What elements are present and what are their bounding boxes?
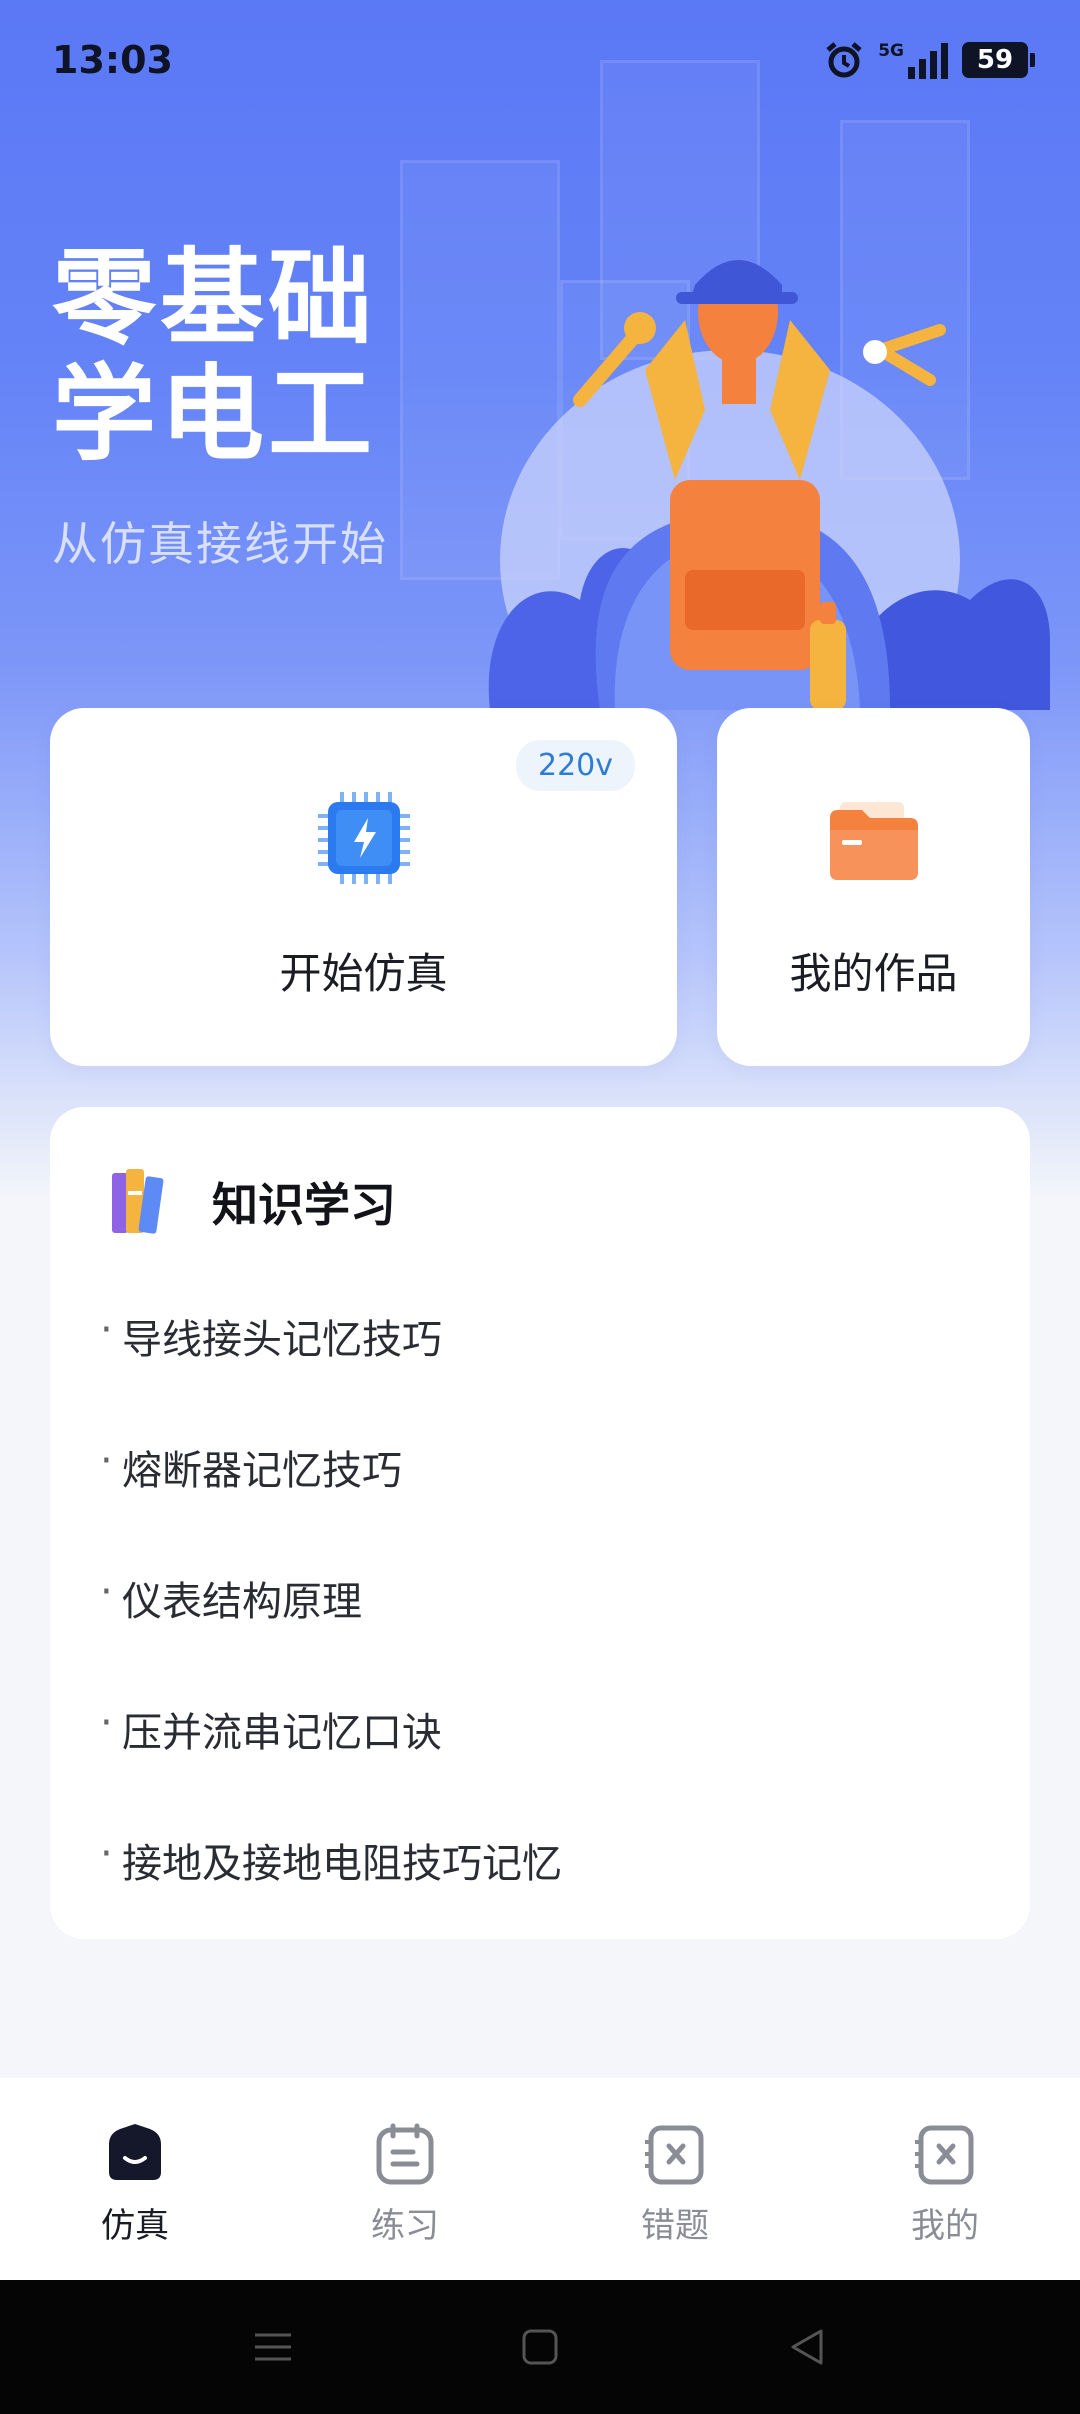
home-icon[interactable] bbox=[516, 2323, 564, 2371]
knowledge-item[interactable]: · 熔断器记忆技巧 bbox=[100, 1438, 562, 1569]
knowledge-item-label: 导线接头记忆技巧 bbox=[122, 1317, 442, 1363]
hero-title-line2: 学电工 bbox=[52, 353, 377, 475]
tab-label: 我的 bbox=[911, 2206, 979, 2246]
bottom-tab-bar: 仿真 练习 错题 我的 bbox=[0, 2078, 1080, 2280]
tab-simulation[interactable]: 仿真 bbox=[0, 2078, 270, 2280]
wrong-questions-tab-icon bbox=[645, 2125, 704, 2185]
battery-level: 59 bbox=[976, 45, 1014, 75]
knowledge-item-label: 压并流串记忆口诀 bbox=[122, 1710, 442, 1756]
knowledge-item[interactable]: · 仪表结构原理 bbox=[100, 1569, 562, 1700]
knowledge-item[interactable]: · 导线接头记忆技巧 bbox=[100, 1307, 562, 1438]
tab-label: 练习 bbox=[371, 2206, 439, 2246]
network-type: 5G bbox=[878, 41, 904, 61]
electrician-illustration bbox=[488, 260, 1050, 710]
system-nav-bar bbox=[0, 2280, 1080, 2414]
practice-tab-icon bbox=[376, 2123, 434, 2185]
tab-practice[interactable]: 练习 bbox=[270, 2078, 540, 2280]
folder-icon bbox=[826, 790, 922, 886]
tab-profile[interactable]: 我的 bbox=[810, 2078, 1080, 2280]
status-icons: 5G 59 bbox=[824, 40, 1035, 80]
knowledge-header: 知识学习 bbox=[108, 1167, 396, 1237]
knowledge-list: · 导线接头记忆技巧 · 熔断器记忆技巧 · 仪表结构原理 · 压并流串记忆口诀 · 接地… bbox=[100, 1307, 562, 1962]
back-icon[interactable] bbox=[783, 2323, 831, 2371]
knowledge-title: 知识学习 bbox=[212, 1178, 396, 1232]
hero-title-line1: 零基础 bbox=[52, 237, 377, 359]
start-simulation-card[interactable]: 220v 开始仿真 bbox=[50, 708, 677, 1066]
status-bar: 13:03 5G 59 bbox=[0, 0, 1080, 125]
my-works-label: 我的作品 bbox=[789, 949, 958, 998]
battery-icon: 59 bbox=[962, 42, 1035, 78]
simulation-tab-icon bbox=[109, 2124, 161, 2180]
books-icon bbox=[112, 1169, 164, 1234]
knowledge-item-label: 仪表结构原理 bbox=[122, 1579, 362, 1625]
signal-5g-icon: 5G bbox=[878, 41, 948, 79]
profile-tab-icon bbox=[915, 2125, 974, 2185]
knowledge-item[interactable]: · 压并流串记忆口诀 bbox=[100, 1700, 562, 1831]
knowledge-item-label: 接地及接地电阻技巧记忆 bbox=[122, 1841, 562, 1887]
menu-icon[interactable] bbox=[249, 2323, 297, 2371]
chip-lightning-icon bbox=[316, 790, 412, 886]
knowledge-section: 知识学习 · 导线接头记忆技巧 · 熔断器记忆技巧 · 仪表结构原理 · 压并流串记忆口… bbox=[50, 1107, 1030, 1939]
my-works-card[interactable]: 我的作品 bbox=[717, 708, 1030, 1066]
knowledge-item-label: 熔断器记忆技巧 bbox=[122, 1448, 402, 1494]
hero-subtitle: 从仿真接线开始 bbox=[52, 517, 388, 571]
tab-wrong-questions[interactable]: 错题 bbox=[540, 2078, 810, 2280]
tab-label: 仿真 bbox=[101, 2206, 169, 2246]
alarm-icon bbox=[826, 42, 862, 78]
hero-title: 零基础 学电工 bbox=[52, 240, 492, 472]
start-simulation-label: 开始仿真 bbox=[279, 949, 448, 998]
voltage-badge: 220v bbox=[515, 740, 635, 791]
knowledge-item[interactable]: · 接地及接地电阻技巧记忆 bbox=[100, 1831, 562, 1962]
status-time: 13:03 bbox=[52, 38, 173, 82]
tab-label: 错题 bbox=[641, 2206, 709, 2246]
